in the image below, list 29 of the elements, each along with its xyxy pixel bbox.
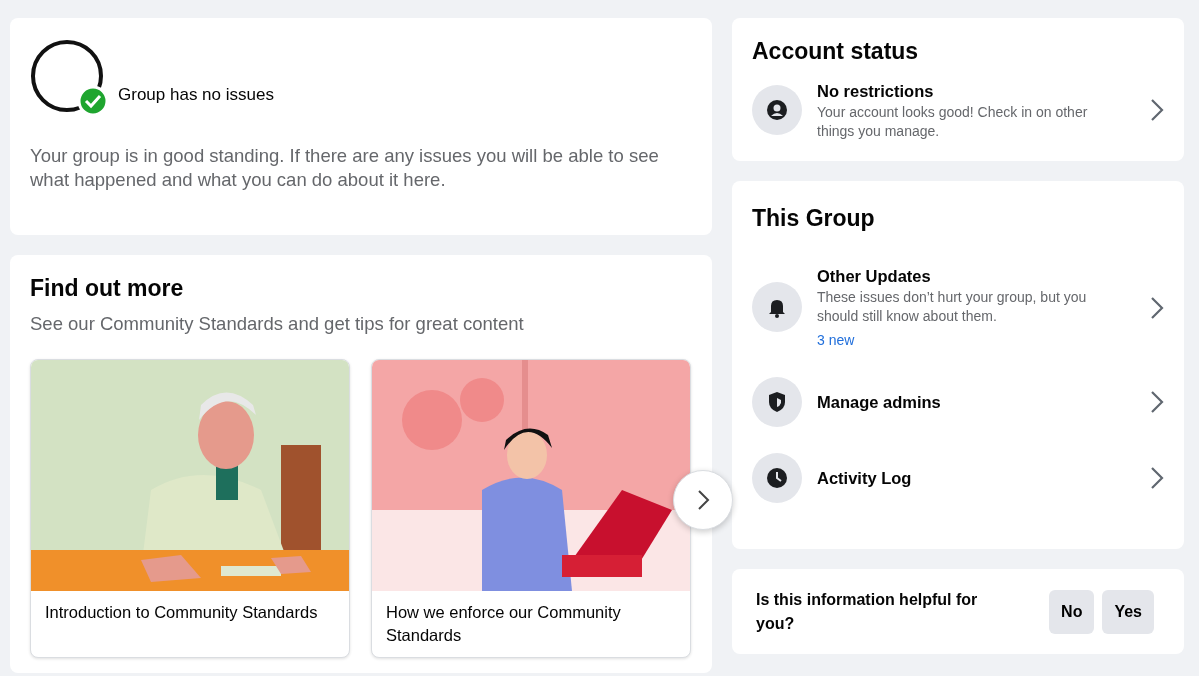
card-title: This Group bbox=[752, 204, 876, 234]
chevron-right-icon[interactable] bbox=[1150, 98, 1164, 123]
article-card[interactable]: How we enforce our Community Standards bbox=[371, 359, 691, 659]
item-title[interactable]: Manage admins bbox=[817, 389, 1135, 415]
section-title: Find out more bbox=[30, 274, 185, 303]
group-description: Your group is in good standing. If there are any issues you will be able to see what happened and what you can do about it here. bbox=[30, 144, 660, 193]
card-title: Account status bbox=[752, 37, 920, 66]
item-description: Your account looks good! Check in on other things you manage. bbox=[817, 103, 1089, 142]
feedback-question: Is this information helpful for you? bbox=[756, 590, 979, 634]
feedback-button[interactable]: Yes bbox=[1102, 589, 1154, 634]
feedback-button[interactable]: No bbox=[1049, 589, 1095, 634]
chevron-right-icon[interactable] bbox=[1150, 390, 1164, 415]
item-title[interactable]: No restrictions bbox=[817, 78, 1135, 104]
section-subtitle: See our Community Standards and get tips for great content bbox=[30, 311, 525, 336]
article-caption: How we enforce our Community Standards bbox=[385, 602, 622, 647]
chevron-right-icon[interactable] bbox=[1150, 295, 1164, 320]
new-count-link[interactable]: 3 new bbox=[817, 330, 1135, 352]
chevron-right-icon[interactable] bbox=[1150, 466, 1164, 491]
item-description: These issues don’t hurt your group, but you should still know about them. bbox=[817, 288, 1088, 327]
bell-icon bbox=[752, 282, 802, 333]
shield-icon bbox=[752, 377, 802, 428]
clock-icon bbox=[752, 453, 802, 504]
chevron-right-icon bbox=[696, 489, 710, 511]
group-status: Group has no issues bbox=[118, 84, 274, 106]
item-title[interactable]: Activity Log bbox=[817, 465, 1135, 491]
person-icon bbox=[752, 84, 802, 135]
article-card[interactable]: Introduction to Community Standards bbox=[30, 359, 350, 659]
item-title[interactable]: Other Updates bbox=[817, 263, 1135, 289]
article-caption: Introduction to Community Standards bbox=[44, 602, 319, 624]
